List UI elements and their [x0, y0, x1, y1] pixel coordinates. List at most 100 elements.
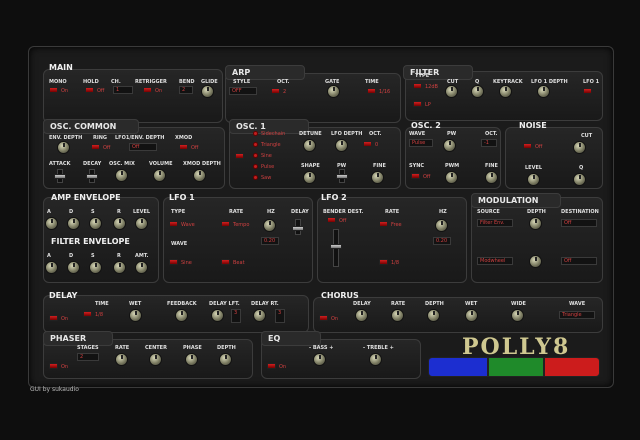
- chorus-delay-knob[interactable]: [355, 309, 368, 322]
- wide-knob[interactable]: [511, 309, 524, 322]
- stages-display[interactable]: 2: [77, 353, 99, 361]
- phaser-rate-knob[interactable]: [115, 353, 128, 366]
- mod-destination-2[interactable]: Off: [561, 257, 597, 265]
- filter-lfo1-depth-knob[interactable]: [537, 85, 550, 98]
- lfo1-hz-knob[interactable]: [263, 219, 276, 232]
- lfo-env-display[interactable]: Off: [129, 143, 157, 151]
- filter-lfo1-button[interactable]: [583, 88, 592, 94]
- retrigger-button[interactable]: [143, 87, 152, 93]
- chorus-button[interactable]: [319, 315, 328, 321]
- lfo1-wave-button[interactable]: [169, 259, 178, 265]
- osc1-wave-radio-5[interactable]: [253, 175, 258, 180]
- filter-type-button-lp[interactable]: [413, 101, 422, 107]
- noise-button[interactable]: [523, 143, 532, 149]
- osc1-wave-radio-4[interactable]: [253, 164, 258, 169]
- detune-knob[interactable]: [303, 139, 316, 152]
- decay-fader[interactable]: [86, 169, 98, 183]
- amp-d-knob[interactable]: [67, 217, 80, 230]
- phase-knob[interactable]: [185, 353, 198, 366]
- xmod-button[interactable]: [179, 144, 188, 150]
- env-depth-knob[interactable]: [57, 141, 70, 154]
- osc2-wave-display[interactable]: Pulse: [409, 139, 433, 147]
- delay-time-button[interactable]: [83, 311, 92, 317]
- fenv-r-knob[interactable]: [113, 261, 126, 274]
- delay-lft-display[interactable]: 3: [231, 309, 241, 323]
- chorus-rate-knob[interactable]: [391, 309, 404, 322]
- delay-rt-knob[interactable]: [253, 309, 266, 322]
- lfo1-delay-fader[interactable]: [292, 219, 304, 235]
- delay-button[interactable]: [49, 315, 58, 321]
- fenv-s-knob[interactable]: [89, 261, 102, 274]
- noise-q-knob[interactable]: [573, 173, 586, 186]
- osc1-fine-knob[interactable]: [371, 171, 384, 184]
- arp-gate-knob[interactable]: [327, 85, 340, 98]
- lfo-env-depth-label: LFO1/ENV. DEPTH: [115, 135, 165, 141]
- osc-mix-knob[interactable]: [115, 169, 128, 182]
- phaser-depth-knob[interactable]: [219, 353, 232, 366]
- treble-knob[interactable]: [369, 353, 382, 366]
- filter-type-button-12db[interactable]: [413, 83, 422, 89]
- mod-source-1[interactable]: Filter Env.: [477, 219, 513, 227]
- fenv-amt-knob[interactable]: [135, 261, 148, 274]
- bender-dest-button[interactable]: [327, 217, 336, 223]
- osc2-oct-display[interactable]: -1: [481, 139, 497, 147]
- amp-r-knob[interactable]: [113, 217, 126, 230]
- attack-fader[interactable]: [54, 169, 66, 183]
- arp-time-button[interactable]: [367, 88, 376, 94]
- ring-button[interactable]: [91, 144, 100, 150]
- fenv-d-knob[interactable]: [67, 261, 80, 274]
- noise-cut-knob[interactable]: [573, 141, 586, 154]
- center-knob[interactable]: [149, 353, 162, 366]
- amp-a-knob[interactable]: [45, 217, 58, 230]
- ch-display[interactable]: 1: [113, 86, 133, 94]
- mod-source-2[interactable]: Modwheel: [477, 257, 513, 265]
- osc1-wave-radio-2[interactable]: [253, 142, 258, 147]
- keytrack-knob[interactable]: [499, 85, 512, 98]
- osc1-wave-radio-1[interactable]: [253, 131, 258, 136]
- eq-button[interactable]: [267, 363, 276, 369]
- amp-s-knob[interactable]: [89, 217, 102, 230]
- osc1-oct-button[interactable]: [363, 141, 372, 147]
- delay-wet-knob[interactable]: [129, 309, 142, 322]
- osc1-wave-radio-3[interactable]: [253, 153, 258, 158]
- filter-q-knob[interactable]: [471, 85, 484, 98]
- arp-oct-button[interactable]: [271, 88, 280, 94]
- amp-level-knob[interactable]: [135, 217, 148, 230]
- lfo2-rate-button[interactable]: [379, 221, 388, 227]
- chorus-wave-display[interactable]: Triangle: [559, 311, 595, 319]
- filter-cut-knob[interactable]: [445, 85, 458, 98]
- osc2-pw-knob[interactable]: [443, 139, 456, 152]
- mod-depth-2-knob[interactable]: [529, 255, 542, 268]
- lfo2-hz-knob[interactable]: [435, 219, 448, 232]
- bend-display[interactable]: 2: [179, 86, 193, 94]
- lfo1-sync-button[interactable]: [221, 259, 230, 265]
- lfo1-rate-button[interactable]: [221, 221, 230, 227]
- delay-rt-display[interactable]: 3: [275, 309, 285, 323]
- pwm-knob[interactable]: [445, 171, 458, 184]
- delay-lft-knob[interactable]: [211, 309, 224, 322]
- feedback-knob[interactable]: [175, 309, 188, 322]
- chorus-wet-knob[interactable]: [465, 309, 478, 322]
- sync-button[interactable]: [411, 173, 420, 179]
- osc1-wave-button[interactable]: [235, 153, 244, 159]
- chorus-depth-knob[interactable]: [427, 309, 440, 322]
- lfo2-sync-button[interactable]: [379, 259, 388, 265]
- shape-knob[interactable]: [303, 171, 316, 184]
- phaser-button[interactable]: [49, 363, 58, 369]
- pitch-bender-fader[interactable]: [330, 229, 342, 267]
- fenv-a-knob[interactable]: [45, 261, 58, 274]
- osc1-lfo-depth-knob[interactable]: [335, 139, 348, 152]
- osc2-fine-knob[interactable]: [485, 171, 498, 184]
- hold-button[interactable]: [85, 87, 94, 93]
- xmod-depth-knob[interactable]: [193, 169, 206, 182]
- arp-style-display[interactable]: OFF: [229, 87, 257, 95]
- volume-knob[interactable]: [153, 169, 166, 182]
- mono-button[interactable]: [49, 87, 58, 93]
- lfo1-type-button[interactable]: [169, 221, 178, 227]
- mod-depth-1-knob[interactable]: [529, 217, 542, 230]
- noise-level-knob[interactable]: [527, 173, 540, 186]
- bass-knob[interactable]: [313, 353, 326, 366]
- mod-destination-1[interactable]: Off: [561, 219, 597, 227]
- osc1-pw-fader[interactable]: [336, 169, 348, 183]
- glide-knob[interactable]: [201, 85, 214, 98]
